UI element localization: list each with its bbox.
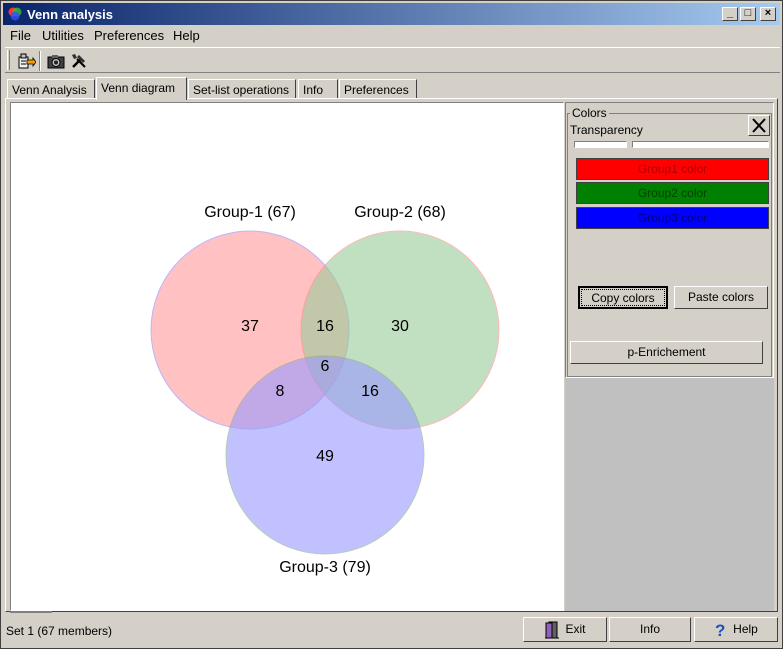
venn-app-icon bbox=[8, 7, 22, 21]
region-group1-group3: 8 bbox=[276, 383, 285, 400]
info-label: Info bbox=[639, 622, 660, 636]
exit-button[interactable]: Exit bbox=[523, 617, 607, 642]
close-icon bbox=[752, 118, 766, 133]
tab-venn-diagram[interactable]: Venn diagram bbox=[96, 77, 187, 100]
group3-color-button[interactable]: Group3 color bbox=[576, 207, 769, 229]
app-window: Venn analysis _ □ × File Utilities Prefe… bbox=[0, 0, 783, 649]
region-all-groups: 6 bbox=[321, 358, 330, 375]
camera-icon[interactable] bbox=[46, 51, 66, 71]
group2-label: Group-2 (68) bbox=[354, 204, 446, 221]
menu-utilities[interactable]: Utilities bbox=[42, 28, 84, 43]
close-panel-button[interactable] bbox=[748, 115, 770, 136]
transparency-slider-right[interactable] bbox=[632, 141, 769, 148]
tab-strip: Venn Analysis Venn diagram Set-list oper… bbox=[5, 77, 780, 100]
group1-color-button[interactable]: Group1 color bbox=[576, 158, 769, 180]
info-button[interactable]: Info bbox=[609, 617, 691, 642]
menu-help[interactable]: Help bbox=[173, 28, 200, 43]
exit-label: Exit bbox=[565, 622, 586, 636]
canvas-scroll-indicator bbox=[10, 611, 52, 613]
door-exit-icon bbox=[545, 621, 560, 639]
maximize-button[interactable]: □ bbox=[740, 7, 756, 21]
side-panel-empty-area bbox=[565, 378, 774, 611]
help-button[interactable]: ? Help bbox=[694, 617, 778, 642]
tab-info[interactable]: Info bbox=[298, 79, 338, 99]
region-group2-group3: 16 bbox=[361, 383, 379, 400]
tab-venn-analysis[interactable]: Venn Analysis bbox=[7, 79, 95, 99]
toolbar-separator bbox=[39, 51, 41, 71]
transparency-label: Transparency bbox=[570, 123, 643, 137]
group3-label: Group-3 (79) bbox=[279, 559, 371, 576]
status-bar: Set 1 (67 members) Exit Info ? Help bbox=[3, 615, 780, 647]
venn-diagram: Group-1 (67) Group-2 (68) Group-3 (79) 3… bbox=[150, 204, 500, 576]
group2-color-button[interactable]: Group2 color bbox=[576, 182, 769, 204]
tab-set-list-operations[interactable]: Set-list operations bbox=[188, 79, 296, 99]
venn-canvas[interactable]: Group-1 (67) Group-2 (68) Group-3 (79) 3… bbox=[10, 102, 564, 611]
export-icon[interactable] bbox=[16, 51, 36, 71]
colors-group-box bbox=[567, 113, 772, 377]
menu-file[interactable]: File bbox=[10, 28, 31, 43]
toolbar bbox=[5, 47, 780, 73]
window-title: Venn analysis bbox=[27, 7, 113, 22]
colors-panel-title: Colors bbox=[570, 106, 609, 120]
help-label: Help bbox=[733, 622, 758, 636]
copy-colors-button[interactable]: Copy colors bbox=[578, 286, 668, 309]
p-enrichment-button[interactable]: p-Enrichement bbox=[570, 341, 763, 364]
close-window-button[interactable]: × bbox=[760, 7, 776, 21]
transparency-slider-left[interactable] bbox=[574, 141, 627, 148]
tab-preferences[interactable]: Preferences bbox=[339, 79, 417, 99]
menu-preferences[interactable]: Preferences bbox=[94, 28, 164, 43]
group1-label: Group-1 (67) bbox=[204, 204, 296, 221]
colors-panel: Colors Transparency Group1 color Group2 … bbox=[565, 102, 774, 378]
paste-colors-button[interactable]: Paste colors bbox=[674, 286, 768, 309]
tools-icon[interactable] bbox=[69, 51, 89, 71]
minimize-button[interactable]: _ bbox=[722, 7, 738, 21]
status-text: Set 1 (67 members) bbox=[6, 624, 113, 638]
toolbar-grip bbox=[7, 50, 10, 70]
svg-text:?: ? bbox=[715, 621, 725, 639]
region-only-group2: 30 bbox=[391, 318, 409, 335]
venn-diagram-panel: Group-1 (67) Group-2 (68) Group-3 (79) 3… bbox=[5, 98, 778, 613]
region-only-group1: 37 bbox=[241, 318, 259, 335]
question-mark-icon: ? bbox=[715, 621, 725, 639]
region-only-group3: 49 bbox=[316, 448, 334, 465]
region-group1-group2: 16 bbox=[316, 318, 334, 335]
title-bar: Venn analysis _ □ × bbox=[3, 3, 780, 25]
menu-bar: File Utilities Preferences Help bbox=[3, 26, 780, 46]
